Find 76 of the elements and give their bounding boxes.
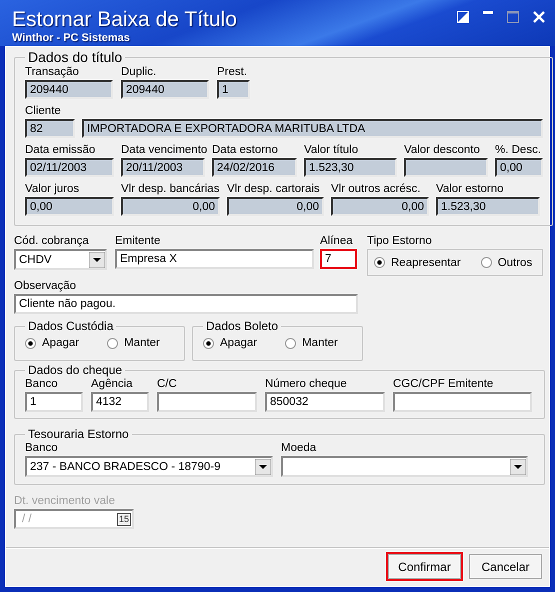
readonly-field: 82 <box>25 119 75 138</box>
group-title: Dados Boleto <box>205 319 280 333</box>
field-label: Valor estorno <box>436 182 505 197</box>
field-label: Vlr desp. cartorais <box>227 182 321 197</box>
readonly-field: IMPORTADORA E EXPORTADORA MARITUBA LTDA <box>82 119 543 138</box>
radio-button[interactable]: Outros <box>480 256 532 268</box>
field-label: Vlr desp. bancárias <box>121 182 220 197</box>
field-label: Alínea <box>320 234 354 249</box>
maximize-icon[interactable] <box>507 11 519 23</box>
input-field[interactable]: Cliente não pagou. <box>14 294 358 314</box>
field-label: Número cheque <box>265 377 348 392</box>
field-label: Data emissão <box>25 143 96 158</box>
radio-button[interactable]: Manter <box>107 337 160 349</box>
input-field[interactable]: Empresa X <box>115 249 314 269</box>
window-title: Estornar Baixa de Título <box>12 8 237 32</box>
field-label: Dt. vencimento vale <box>14 494 116 509</box>
group-title: Tesouraria Estorno <box>27 427 130 441</box>
readonly-field: 1.523,30 <box>304 158 397 177</box>
minimize-icon[interactable] <box>483 11 493 15</box>
field-label: Moeda <box>281 441 318 456</box>
input-field[interactable]: 7 <box>320 249 357 269</box>
field-label: Agência <box>91 377 134 392</box>
field-label: Observação <box>14 279 78 294</box>
field-label: Tipo Estorno <box>367 234 433 249</box>
input-field[interactable] <box>393 392 532 412</box>
input-field[interactable]: 4132 <box>91 392 149 412</box>
group-title: Dados do cheque <box>27 363 124 377</box>
readonly-field: 209440 <box>25 80 113 99</box>
field-label: C/C <box>157 377 178 392</box>
date-field: / / 15 <box>14 509 134 529</box>
field-label: Prest. <box>217 65 248 80</box>
field-label: Data estorno <box>212 143 279 158</box>
readonly-field: 02/11/2003 <box>25 158 114 177</box>
field-label: CGC/CPF Emitente <box>393 377 494 392</box>
dropdown-arrow-icon[interactable] <box>510 458 526 474</box>
input-field[interactable] <box>157 392 257 412</box>
radio-button[interactable]: Apagar <box>25 337 80 349</box>
field-label: %. Desc. <box>495 143 542 158</box>
close-icon[interactable] <box>533 11 545 23</box>
window-subtitle: Winthor - PC Sistemas <box>12 32 131 44</box>
field-label: Duplic. <box>121 65 158 80</box>
radio-button[interactable]: Reapresentar <box>374 256 461 268</box>
restore-icon[interactable] <box>457 11 469 23</box>
group-title: Dados do título <box>27 49 124 65</box>
dropdown-arrow-icon[interactable] <box>89 252 105 268</box>
readonly-field: 0,00 <box>495 158 543 177</box>
readonly-field: 1.523,30 <box>436 197 540 216</box>
field-label: Cliente <box>25 104 62 119</box>
radio-button[interactable]: Manter <box>285 337 338 349</box>
dropdown[interactable]: 237 - BANCO BRADESCO - 18790-9 <box>25 456 273 477</box>
readonly-field: 0,00 <box>227 197 324 216</box>
readonly-field: 0,00 <box>25 197 114 216</box>
field-label: Banco <box>25 441 59 456</box>
readonly-field: 20/11/2003 <box>121 158 205 177</box>
readonly-field: 0,00 <box>121 197 220 216</box>
readonly-field: 209440 <box>121 80 209 99</box>
readonly-field: 0,00 <box>331 197 429 216</box>
dialog-button[interactable]: Confirmar <box>388 554 461 579</box>
field-label: Emitente <box>115 234 162 249</box>
input-field[interactable]: 1 <box>25 392 83 412</box>
field-label: Vlr outros acrésc. <box>331 182 422 197</box>
field-label: Valor desconto <box>404 143 481 158</box>
field-label: Banco <box>25 377 59 392</box>
field-label: Data vencimento <box>121 143 205 158</box>
field-label: Valor juros <box>25 182 80 197</box>
readonly-field: 24/02/2016 <box>212 158 297 177</box>
dialog-button[interactable]: Cancelar <box>469 554 542 579</box>
dropdown[interactable]: CHDV <box>14 249 107 270</box>
readonly-field: 1 <box>217 80 250 99</box>
radio-button[interactable]: Apagar <box>203 337 258 349</box>
field-label: Cód. cobrança <box>14 234 90 249</box>
dropdown-arrow-icon[interactable] <box>255 458 271 474</box>
group-title: Dados Custódia <box>27 319 114 333</box>
field-label: Valor título <box>304 143 360 158</box>
input-field[interactable]: 850032 <box>265 392 385 412</box>
field-label: Transação <box>25 65 80 80</box>
